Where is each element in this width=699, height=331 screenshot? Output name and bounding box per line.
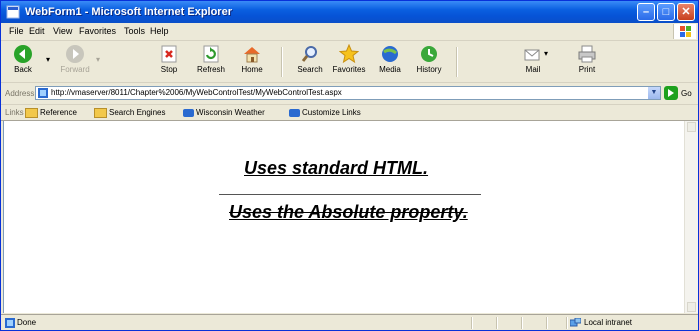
home-label: Home	[241, 65, 263, 74]
favorites-button[interactable]: Favorites	[331, 44, 367, 80]
absolute-property-heading: Uses the Absolute property.	[229, 202, 468, 222]
menu-help[interactable]: Help	[150, 23, 169, 40]
refresh-button[interactable]: Refresh	[193, 44, 229, 80]
status-bar: Done Local intranet	[1, 314, 698, 330]
home-button[interactable]: Home	[234, 44, 270, 80]
menu-tools[interactable]: Tools	[124, 23, 145, 40]
menu-view[interactable]: View	[53, 23, 72, 40]
address-dropdown-button[interactable]: ▼	[648, 87, 660, 99]
home-icon	[244, 47, 260, 63]
media-icon	[382, 46, 398, 62]
menu-bar: File Edit View Favorites Tools Help	[1, 23, 698, 41]
go-arrow-icon[interactable]	[664, 86, 678, 100]
address-label: Address	[5, 89, 35, 98]
menu-file[interactable]: File	[9, 23, 24, 40]
menu-edit[interactable]: Edit	[29, 23, 45, 40]
folder-icon	[94, 107, 107, 118]
printer-icon	[578, 45, 596, 63]
page-done-icon	[5, 318, 15, 328]
window-title: WebForm1 - Microsoft Internet Explorer	[25, 6, 232, 18]
favorites-label: Favorites	[332, 65, 366, 74]
intranet-zone-icon	[570, 318, 581, 327]
history-icon	[421, 46, 437, 62]
history-label: History	[416, 65, 442, 74]
link-search-engines[interactable]: Search Engines	[94, 105, 165, 120]
status-divider	[566, 317, 568, 329]
minimize-button[interactable]: –	[637, 3, 655, 21]
search-label: Search	[297, 65, 323, 74]
standard-html-heading: Uses standard HTML.	[244, 158, 429, 178]
browser-window: WebForm1 - Microsoft Internet Explorer –…	[0, 0, 699, 331]
page-icon	[38, 88, 48, 98]
status-text: Done	[17, 318, 37, 327]
favorites-star-icon	[339, 44, 359, 64]
print-button[interactable]: Print	[569, 44, 605, 80]
horizontal-rule	[219, 194, 481, 195]
maximize-button[interactable]: □	[657, 3, 675, 21]
print-label: Print	[578, 65, 596, 74]
scroll-down-arrow[interactable]	[687, 302, 696, 312]
ie-page-icon	[183, 108, 194, 117]
close-button[interactable]: ✕	[677, 3, 695, 21]
mail-icon	[524, 49, 540, 61]
forward-arrow-icon	[66, 45, 84, 63]
stop-button[interactable]: Stop	[151, 44, 187, 80]
toolbar-separator	[281, 47, 283, 77]
status-divider	[546, 317, 548, 329]
toolbar-separator	[456, 47, 458, 77]
security-zone-label: Local intranet	[584, 318, 633, 327]
ie-app-icon	[6, 5, 20, 19]
stop-icon	[161, 45, 177, 63]
link-wisconsin-weather[interactable]: Wisconsin Weather	[183, 105, 265, 120]
title-bar: WebForm1 - Microsoft Internet Explorer –…	[1, 1, 698, 23]
folder-icon	[25, 107, 38, 118]
address-bar: Address http://vmaserver/8011/Chapter%20…	[1, 83, 698, 105]
back-label: Back	[14, 65, 32, 74]
page-content: Uses standard HTML. Uses the Absolute pr…	[3, 121, 684, 313]
back-arrow-icon	[14, 45, 32, 63]
address-input[interactable]: http://vmaserver/8011/Chapter%2006/MyWeb…	[35, 86, 661, 100]
address-url: http://vmaserver/8011/Chapter%2006/MyWeb…	[51, 88, 342, 97]
link-reference[interactable]: Reference	[25, 105, 77, 120]
search-button[interactable]: Search	[292, 44, 328, 80]
history-button[interactable]: History	[411, 44, 447, 80]
media-label: Media	[379, 65, 401, 74]
search-icon	[301, 46, 317, 62]
go-button-label[interactable]: Go	[681, 89, 692, 98]
forward-button[interactable]: Forward	[57, 44, 93, 80]
forward-label: Forward	[60, 65, 90, 74]
vertical-scrollbar[interactable]	[684, 121, 698, 313]
status-divider	[496, 317, 498, 329]
menu-favorites[interactable]: Favorites	[79, 23, 116, 40]
refresh-label: Refresh	[196, 65, 225, 74]
status-divider	[521, 317, 523, 329]
link-customize-links[interactable]: Customize Links	[289, 105, 361, 120]
links-label: Links	[5, 108, 24, 117]
scroll-up-arrow[interactable]	[687, 122, 696, 132]
refresh-icon	[203, 45, 219, 63]
status-divider	[471, 317, 473, 329]
mail-dropdown[interactable]: ▾	[541, 49, 551, 85]
windows-logo-icon	[673, 24, 696, 39]
media-button[interactable]: Media	[372, 44, 408, 80]
links-bar: Links Reference Search Engines Wisconsin…	[1, 105, 698, 121]
back-button[interactable]: Back	[5, 44, 41, 80]
stop-label: Stop	[160, 65, 178, 74]
standard-toolbar: Back ▾ Forward ▾ Stop Refresh Home Searc…	[1, 41, 698, 83]
ie-page-icon	[289, 108, 300, 117]
